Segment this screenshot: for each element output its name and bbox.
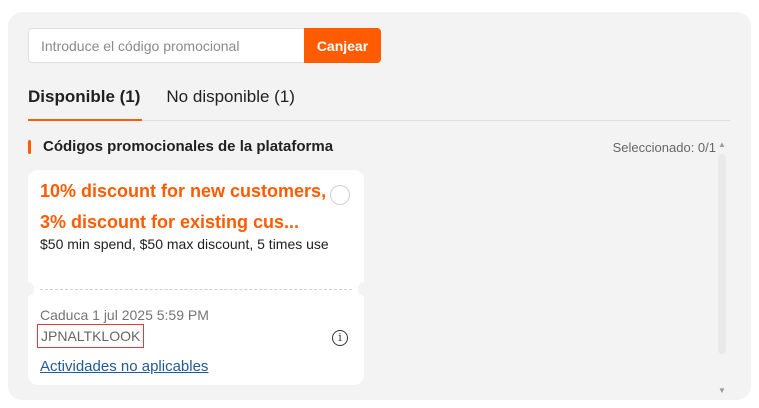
coupon-panel: Canjear Disponible (1) No disponible (1)…	[8, 12, 751, 400]
section-header: Códigos promocionales de la plataforma S…	[28, 138, 718, 158]
coupon-divider	[40, 289, 352, 290]
coupon-tabs: Disponible (1) No disponible (1)	[28, 86, 730, 121]
info-icon[interactable]: i	[332, 330, 348, 346]
inapplicable-activities-link[interactable]: Actividades no aplicables	[40, 358, 208, 375]
coupon-select-radio[interactable]	[330, 185, 350, 205]
card-notch-right	[358, 282, 370, 296]
coupon-description: $50 min spend, $50 max discount, 5 times…	[40, 236, 329, 252]
scroll-up-arrow-icon[interactable]: ▲	[718, 140, 726, 149]
tab-available[interactable]: Disponible (1)	[28, 86, 143, 121]
scroll-thumb[interactable]	[718, 154, 726, 354]
redeem-button[interactable]: Canjear	[304, 28, 381, 63]
scrollbar[interactable]: ▲ ▼	[716, 140, 728, 395]
scroll-down-arrow-icon[interactable]: ▼	[718, 386, 726, 395]
tab-unavailable[interactable]: No disponible (1)	[166, 86, 295, 121]
promo-code-row: Canjear	[28, 28, 381, 63]
section-accent-bar	[28, 140, 31, 154]
card-notch-left	[22, 282, 34, 296]
coupon-expiry: Caduca 1 jul 2025 5:59 PM	[40, 307, 209, 323]
coupon-code: JPNALTKLOOK	[37, 324, 145, 348]
section-title: Códigos promocionales de la plataforma	[43, 138, 334, 155]
promo-code-input[interactable]	[28, 28, 304, 63]
coupon-title: 10% discount for new customers, 3% disco…	[40, 181, 327, 232]
selected-count: Seleccionado: 0/1	[612, 140, 716, 155]
coupon-card[interactable]: 10% discount for new customers, 3% disco…	[22, 170, 370, 385]
